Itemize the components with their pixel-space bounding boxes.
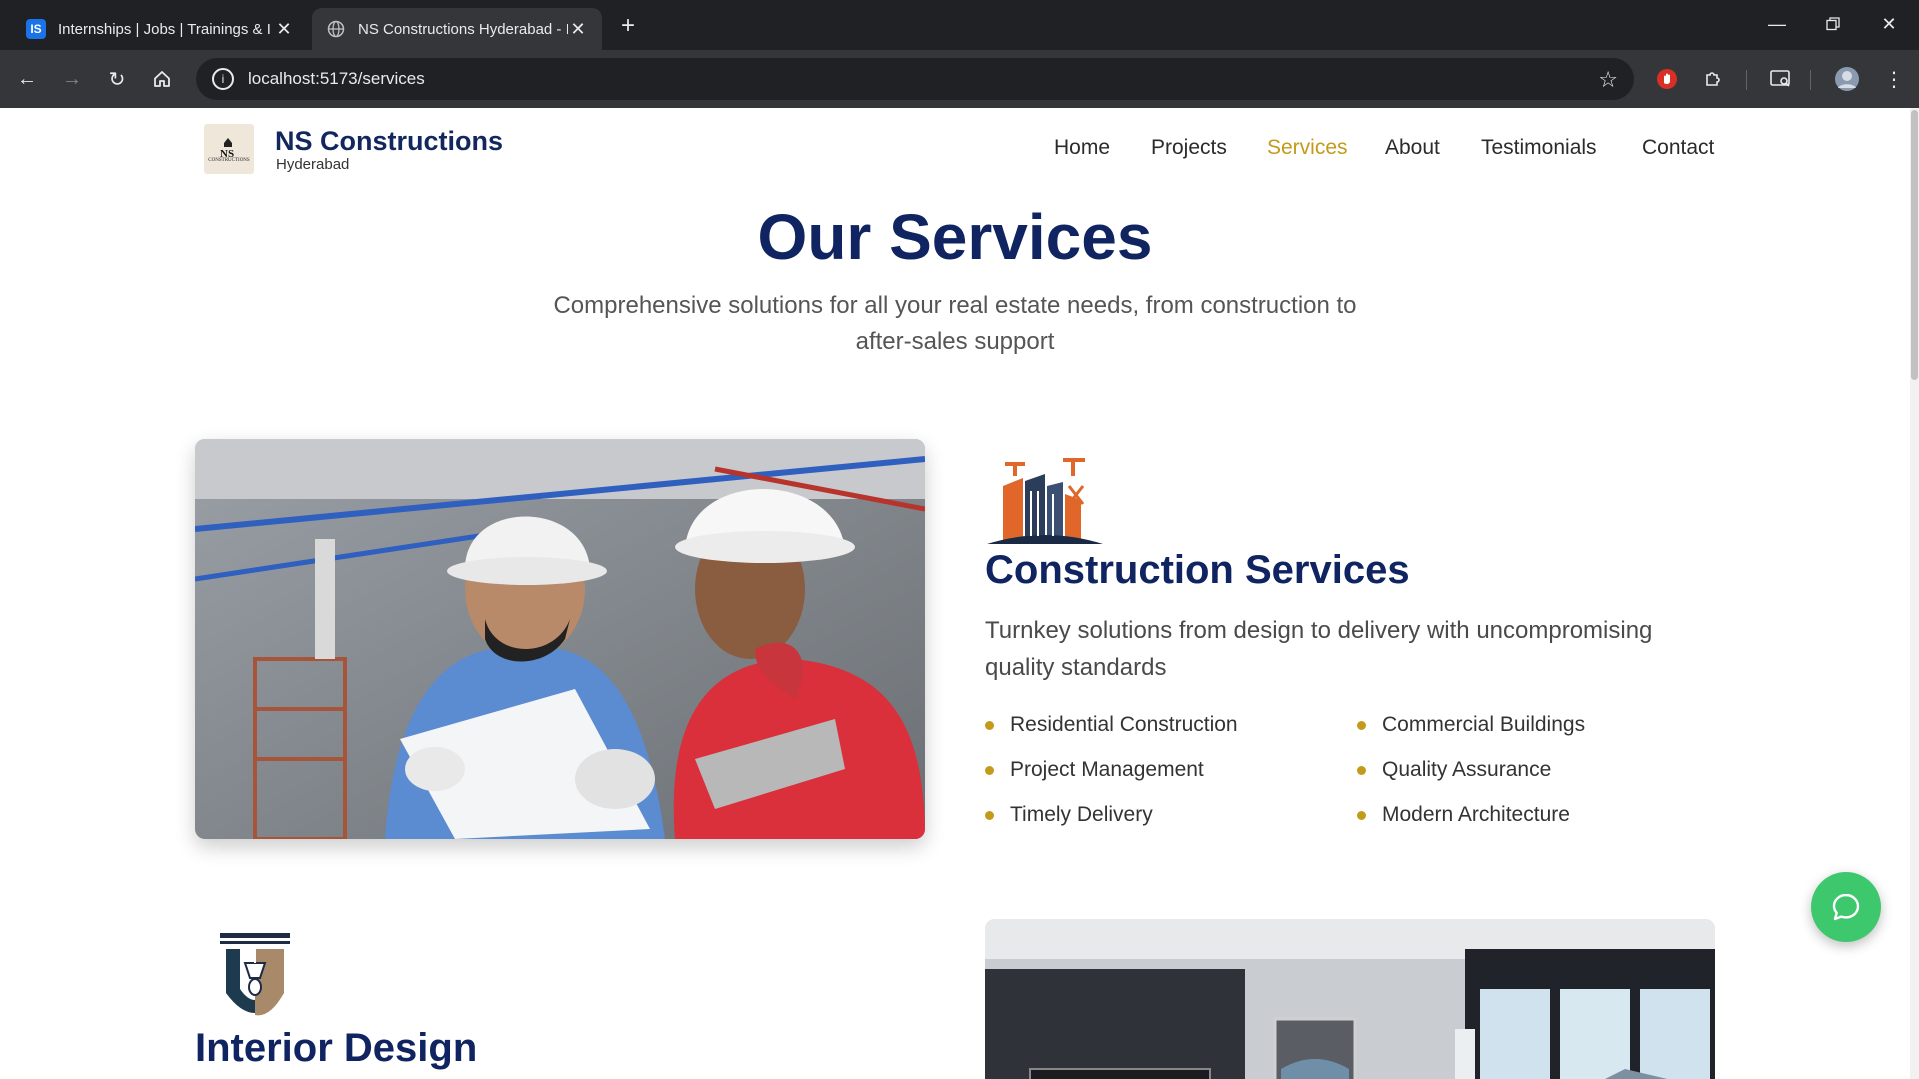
tab-close-icon[interactable]: ✕ — [274, 19, 294, 39]
feature-item: Project Management — [985, 758, 1204, 782]
browser-menu-icon[interactable]: ⋮ — [1879, 64, 1909, 94]
service-title-construction: Construction Services — [985, 548, 1410, 592]
url-text: localhost:5173/services — [248, 69, 425, 88]
tab-search-icon[interactable] — [1766, 64, 1796, 94]
nav-about[interactable]: About — [1385, 136, 1440, 160]
extension-red-icon[interactable] — [1652, 64, 1682, 94]
site-info-icon[interactable]: i — [212, 68, 234, 90]
new-tab-button[interactable]: + — [614, 12, 642, 40]
feature-item: Modern Architecture — [1357, 803, 1570, 827]
page-subtitle: Comprehensive solutions for all your rea… — [553, 292, 1357, 355]
nav-projects[interactable]: Projects — [1151, 136, 1227, 160]
bookmark-star-icon[interactable]: ☆ — [1598, 67, 1618, 93]
feature-label: Project Management — [1010, 758, 1204, 781]
nav-contact[interactable]: Contact — [1642, 136, 1714, 160]
chat-bubble-icon — [1832, 893, 1860, 921]
toolbar-divider — [1746, 70, 1747, 90]
browser-tab-internships[interactable]: IS Internships | Jobs | Trainings & I ✕ — [12, 8, 308, 50]
feature-label: Residential Construction — [1010, 713, 1238, 736]
address-bar[interactable]: i localhost:5173/services ☆ — [196, 58, 1634, 100]
site-logo[interactable]: NS CONSTRUCTIONS — [204, 124, 254, 174]
bullet-dot — [1357, 810, 1366, 820]
feature-item: Commercial Buildings — [1357, 713, 1585, 737]
bullet-dot — [985, 810, 994, 820]
browser-tab-strip: IS Internships | Jobs | Trainings & I ✕ … — [0, 0, 1919, 50]
construction-building-icon — [985, 456, 1105, 546]
interior-lamp-icon — [200, 923, 310, 1033]
tab-title: NS Constructions Hyderabad - I — [358, 20, 568, 38]
toolbar-divider — [1810, 70, 1811, 90]
service-title-interior: Interior Design — [195, 1026, 478, 1070]
brand-location: Hyderabad — [276, 156, 350, 173]
bullet-dot — [985, 720, 994, 730]
home-icon[interactable] — [147, 64, 177, 94]
nav-testimonials[interactable]: Testimonials — [1481, 136, 1597, 160]
bullet-dot — [1357, 765, 1366, 775]
page-title: Our Services — [757, 201, 1153, 273]
bullet-dot — [1357, 720, 1366, 730]
page-content: NS CONSTRUCTIONS NS Constructions Hydera… — [0, 108, 1910, 1079]
feature-item: Timely Delivery — [985, 803, 1153, 827]
feature-label: Commercial Buildings — [1382, 713, 1586, 736]
restore-icon[interactable] — [1810, 8, 1856, 40]
profile-avatar[interactable] — [1832, 64, 1862, 94]
bullet-dot — [985, 765, 994, 775]
browser-tab-ns-constructions[interactable]: NS Constructions Hyderabad - I ✕ — [312, 8, 602, 50]
site-header: NS CONSTRUCTIONS NS Constructions Hydera… — [0, 108, 1910, 190]
tab-title: Internships | Jobs | Trainings & I — [58, 20, 271, 38]
feature-label: Quality Assurance — [1382, 758, 1552, 781]
browser-toolbar: ← → ↻ i localhost:5173/services ☆ ⋮ — [0, 50, 1919, 108]
service-description-construction: Turnkey solutions from design to deliver… — [985, 617, 1653, 681]
chat-button[interactable] — [1811, 872, 1881, 942]
svg-text:NS: NS — [220, 148, 234, 158]
brand-name[interactable]: NS Constructions — [275, 126, 503, 157]
logo-building-icon: NS — [220, 137, 234, 158]
feature-item: Residential Construction — [985, 713, 1238, 737]
interior-living-room-photo — [985, 919, 1715, 1079]
minimize-icon[interactable]: — — [1754, 8, 1800, 40]
feature-label: Timely Delivery — [1010, 803, 1153, 826]
globe-icon — [326, 19, 346, 39]
extensions-puzzle-icon[interactable] — [1698, 64, 1728, 94]
tab-close-icon[interactable]: ✕ — [568, 19, 588, 39]
window-close-icon[interactable]: ✕ — [1866, 8, 1912, 40]
feature-item: Quality Assurance — [1357, 758, 1551, 782]
scrollbar-thumb[interactable] — [1911, 110, 1918, 380]
back-arrow-icon[interactable]: ← — [12, 64, 42, 94]
nav-services[interactable]: Services — [1267, 136, 1348, 160]
nav-home[interactable]: Home — [1054, 136, 1110, 160]
internshala-favicon-icon: IS — [26, 19, 46, 39]
logo-subtext: CONSTRUCTIONS — [208, 157, 250, 163]
reload-icon[interactable]: ↻ — [102, 64, 132, 94]
feature-label: Modern Architecture — [1382, 803, 1570, 826]
workers-reviewing-plans-photo — [195, 439, 925, 839]
forward-arrow-icon[interactable]: → — [57, 64, 87, 94]
